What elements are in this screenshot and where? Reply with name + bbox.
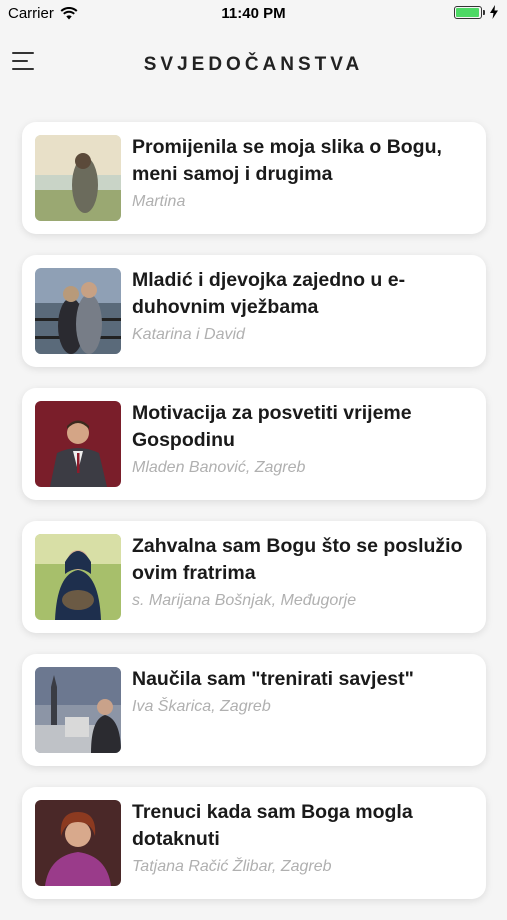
testimony-title: Motivacija za posvetiti vrijeme Gospodin… <box>132 402 412 451</box>
testimony-author: s. Marijana Bošnjak, Međugorje <box>132 592 357 609</box>
battery-icon <box>454 5 485 19</box>
status-time: 11:40 PM <box>221 5 286 22</box>
testimony-thumbnail <box>35 135 121 221</box>
testimony-author: Tatjana Račić Žlibar, Zagreb <box>132 858 332 875</box>
testimony-title: Trenuci kada sam Boga mogla dotaknuti <box>132 801 413 850</box>
testimony-card[interactable]: Promijenila se moja slika o Bogu, meni s… <box>22 122 486 234</box>
page-title: SVJEDOČANSTVA <box>143 54 364 75</box>
status-right <box>454 5 499 19</box>
testimony-thumbnail <box>35 800 121 886</box>
testimony-card[interactable]: Trenuci kada sam Boga mogla dotaknuti Ta… <box>22 787 486 899</box>
testimony-title: Zahvalna sam Bogu što se poslužio ovim f… <box>132 535 463 584</box>
testimony-card[interactable]: Mladić i djevojka zajedno u e-duhovnim v… <box>22 255 486 367</box>
testimony-title: Promijenila se moja slika o Bogu, meni s… <box>132 136 442 185</box>
testimony-thumbnail <box>35 268 121 354</box>
testimony-author: Iva Škarica, Zagreb <box>132 698 271 715</box>
nav-header: SVJEDOČANSTVA <box>0 44 507 88</box>
testimony-list: Promijenila se moja slika o Bogu, meni s… <box>22 122 486 920</box>
testimony-card[interactable]: Naučila sam "trenirati savjest" Iva Škar… <box>22 654 486 766</box>
testimony-card[interactable]: Motivacija za posvetiti vrijeme Gospodin… <box>22 388 486 500</box>
testimony-author: Mladen Banović, Zagreb <box>132 459 306 476</box>
battery-fill <box>456 7 479 17</box>
charging-bolt-icon <box>490 5 498 19</box>
testimony-thumbnail <box>35 667 121 753</box>
testimony-author: Martina <box>132 193 186 210</box>
status-bar: Carrier 11:40 PM <box>0 0 507 28</box>
testimony-thumbnail <box>35 534 121 620</box>
testimony-title: Naučila sam "trenirati savjest" <box>132 668 414 690</box>
testimony-thumbnail <box>35 401 121 487</box>
testimony-card[interactable]: Zahvalna sam Bogu što se poslužio ovim f… <box>22 521 486 633</box>
testimony-author: Katarina i David <box>132 326 245 343</box>
testimony-title: Mladić i djevojka zajedno u e-duhovnim v… <box>132 269 406 318</box>
